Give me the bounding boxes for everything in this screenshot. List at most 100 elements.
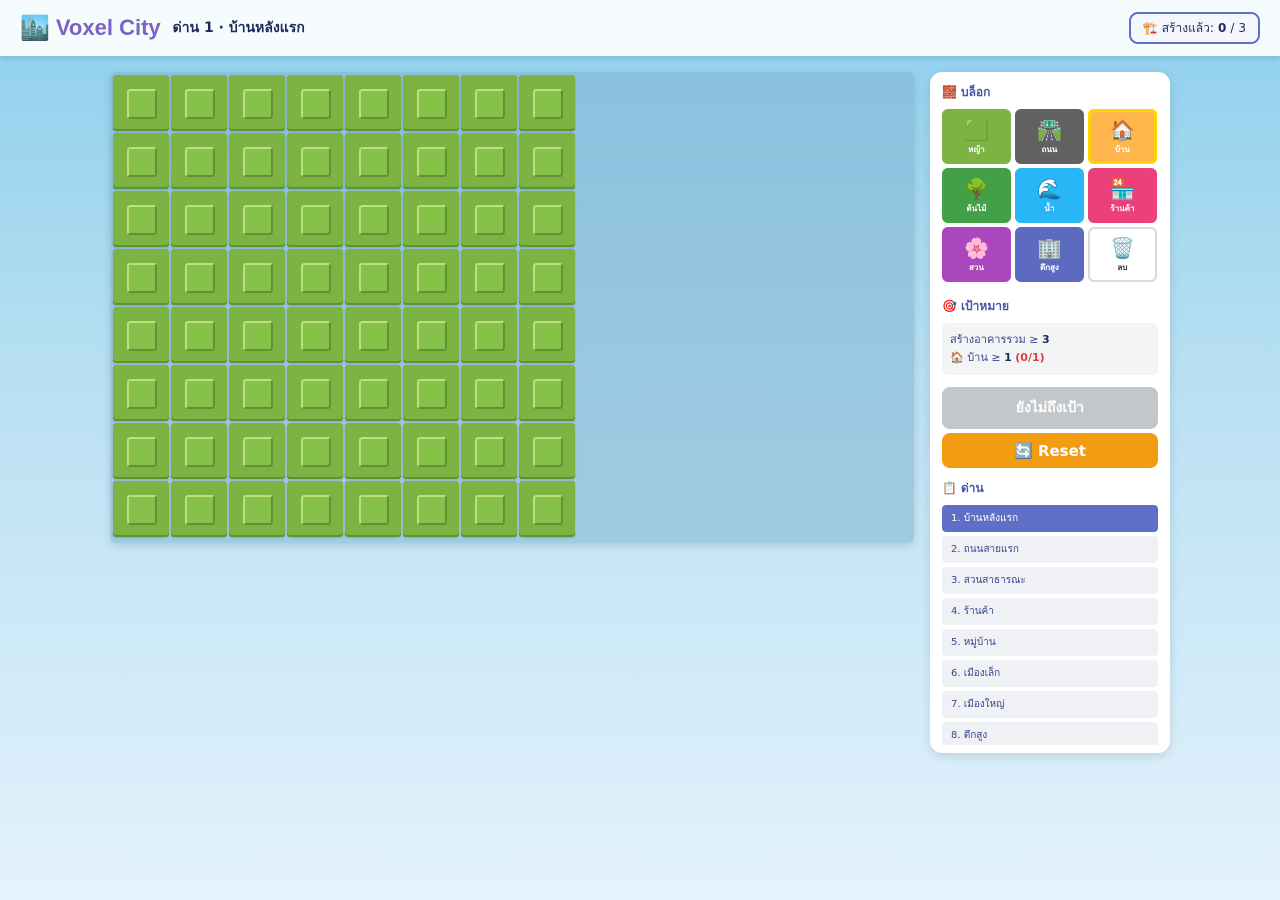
grass-block-icon [301, 263, 331, 293]
goal-heading: 🎯 เป้าหมาย [942, 296, 1158, 316]
block-road-button[interactable]: 🛣️ ถนน [1015, 109, 1084, 164]
block-shop-button[interactable]: 🏪 ร้านค้า [1088, 168, 1157, 223]
goal-house-value: 1 [1004, 351, 1012, 364]
levels-heading-label: ด่าน [960, 480, 984, 495]
shop-icon: 🏪 [1110, 176, 1135, 201]
grass-tile[interactable] [403, 249, 459, 305]
grass-tile[interactable] [113, 133, 169, 189]
level-item[interactable]: 8. ตึกสูง [942, 722, 1158, 745]
grass-tile[interactable] [171, 481, 227, 537]
grass-tile[interactable] [287, 481, 343, 537]
grass-block-icon [475, 263, 505, 293]
grass-tile[interactable] [461, 423, 517, 479]
level-item[interactable]: 2. ถนนสายแรก [942, 536, 1158, 563]
level-list[interactable]: 1. บ้านหลังแรก 2. ถนนสายแรก 3. สวนสาธารณะ 4… [942, 505, 1158, 745]
grass-tile[interactable] [345, 191, 401, 247]
grass-tile[interactable] [287, 133, 343, 189]
grass-tile[interactable] [229, 249, 285, 305]
grass-tile[interactable] [519, 133, 575, 189]
grass-tile[interactable] [519, 423, 575, 479]
grass-tile[interactable] [229, 307, 285, 363]
grass-tile[interactable] [287, 365, 343, 421]
grass-tile[interactable] [519, 481, 575, 537]
grass-tile[interactable] [403, 423, 459, 479]
grass-tile[interactable] [229, 75, 285, 131]
grass-block-icon [185, 321, 215, 351]
grass-tile[interactable] [113, 75, 169, 131]
grass-tile[interactable] [461, 191, 517, 247]
grass-tile[interactable] [461, 75, 517, 131]
grass-tile[interactable] [519, 75, 575, 131]
level-item[interactable]: 4. ร้านค้า [942, 598, 1158, 625]
grass-tile[interactable] [229, 365, 285, 421]
grass-tile[interactable] [345, 133, 401, 189]
grass-tile[interactable] [171, 307, 227, 363]
grass-tile[interactable] [171, 365, 227, 421]
grass-tile[interactable] [113, 191, 169, 247]
grass-tile[interactable] [519, 191, 575, 247]
grass-tile[interactable] [287, 191, 343, 247]
grass-block-icon [127, 321, 157, 351]
grass-block-icon [359, 437, 389, 467]
grass-tile[interactable] [519, 365, 575, 421]
grass-tile[interactable] [345, 481, 401, 537]
grass-tile[interactable] [171, 423, 227, 479]
grass-tile[interactable] [461, 365, 517, 421]
grass-tile[interactable] [113, 307, 169, 363]
grass-block-icon [533, 379, 563, 409]
grass-tile[interactable] [229, 191, 285, 247]
grass-tile[interactable] [229, 133, 285, 189]
grass-tile[interactable] [287, 75, 343, 131]
grass-tile[interactable] [345, 307, 401, 363]
grass-tile[interactable] [403, 307, 459, 363]
grass-tile[interactable] [171, 75, 227, 131]
block-tower-button[interactable]: 🏢 ตึกสูง [1015, 227, 1084, 282]
grass-tile[interactable] [171, 191, 227, 247]
level-item[interactable]: 5. หมู่บ้าน [942, 629, 1158, 656]
grass-block-icon [359, 147, 389, 177]
block-grass-button[interactable]: 🟩 หญ้า [942, 109, 1011, 164]
block-delete-button[interactable]: 🗑️ ลบ [1088, 227, 1157, 282]
grass-tile[interactable] [403, 365, 459, 421]
grass-tile[interactable] [345, 423, 401, 479]
block-label: สวน [969, 262, 984, 272]
grass-tile[interactable] [113, 423, 169, 479]
grass-tile[interactable] [519, 307, 575, 363]
grass-block-icon [243, 321, 273, 351]
level-item[interactable]: 1. บ้านหลังแรก [942, 505, 1158, 532]
grass-tile[interactable] [287, 423, 343, 479]
grass-tile[interactable] [229, 423, 285, 479]
target-icon: 🎯 [942, 299, 957, 313]
block-house-button[interactable]: 🏠 บ้าน [1088, 109, 1157, 164]
grass-tile[interactable] [461, 249, 517, 305]
block-garden-button[interactable]: 🌸 สวน [942, 227, 1011, 282]
grass-tile[interactable] [171, 133, 227, 189]
grass-tile[interactable] [519, 249, 575, 305]
level-item[interactable]: 6. เมืองเล็ก [942, 660, 1158, 687]
reset-button[interactable]: 🔄 Reset [942, 433, 1158, 468]
block-tree-button[interactable]: 🌳 ต้นไม้ [942, 168, 1011, 223]
grass-tile[interactable] [403, 133, 459, 189]
grass-tile[interactable] [287, 307, 343, 363]
grass-tile[interactable] [113, 249, 169, 305]
goal-status-button[interactable]: ยังไม่ถึงเป้า [942, 387, 1158, 429]
block-label: ลบ [1117, 262, 1128, 272]
grass-tile[interactable] [113, 481, 169, 537]
grass-tile[interactable] [229, 481, 285, 537]
grass-tile[interactable] [345, 365, 401, 421]
grass-tile[interactable] [403, 481, 459, 537]
grass-tile[interactable] [345, 75, 401, 131]
grass-tile[interactable] [113, 365, 169, 421]
built-target: 3 [1238, 21, 1246, 35]
grass-tile[interactable] [171, 249, 227, 305]
block-water-button[interactable]: 🌊 น้ำ [1015, 168, 1084, 223]
level-item[interactable]: 3. สวนสาธารณะ [942, 567, 1158, 594]
grass-tile[interactable] [287, 249, 343, 305]
grass-tile[interactable] [461, 307, 517, 363]
grass-tile[interactable] [461, 481, 517, 537]
grass-tile[interactable] [345, 249, 401, 305]
level-item[interactable]: 7. เมืองใหญ่ [942, 691, 1158, 718]
grass-tile[interactable] [461, 133, 517, 189]
grass-tile[interactable] [403, 75, 459, 131]
grass-tile[interactable] [403, 191, 459, 247]
